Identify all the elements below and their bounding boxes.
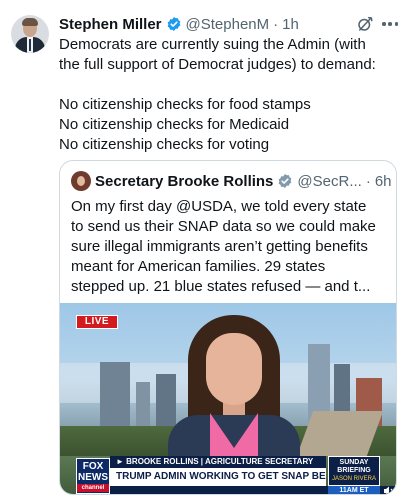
more-options-icon[interactable] bbox=[382, 22, 398, 26]
network-logo-top: FOX bbox=[82, 461, 104, 472]
quoted-author-avatar[interactable] bbox=[71, 171, 91, 191]
quoted-tweet[interactable]: Secretary Brooke Rollins @SecR... · 6h O… bbox=[59, 160, 397, 495]
video-background-building bbox=[156, 374, 176, 434]
author-handle[interactable]: @StephenM bbox=[186, 16, 270, 33]
quoted-text-line: stepped up. 21 blue states refused — and… bbox=[71, 278, 371, 295]
author-name[interactable]: Stephen Miller bbox=[59, 16, 162, 33]
quoted-tweet-header: Secretary Brooke Rollins @SecR... · 6h bbox=[71, 171, 392, 191]
show-bug: SUNDAY BRIEFING JASON RIVERA bbox=[328, 456, 380, 486]
tweet-body-line: No citizenship checks for food stamps bbox=[59, 96, 311, 113]
speaker-face bbox=[206, 333, 262, 405]
tweet[interactable]: Stephen Miller @StephenM · 1h Democrats … bbox=[0, 0, 408, 500]
tweet-body-spacer bbox=[59, 75, 399, 95]
broadcast-clock: 11AM ET bbox=[328, 486, 380, 494]
tweet-body-line: the full support of Democrat judges) to … bbox=[59, 56, 376, 73]
tweet-body-line: Democrats are currently suing the Admin … bbox=[59, 36, 366, 53]
quoted-text-line: On my first day @USDA, we told every sta… bbox=[71, 198, 367, 215]
tweet-body-line: No citizenship checks for voting bbox=[59, 136, 270, 153]
network-logo: FOX NEWS channel bbox=[76, 458, 110, 494]
header-separator: · bbox=[273, 15, 279, 33]
quoted-text-line: sure illegal immigrants aren’t getting b… bbox=[71, 238, 368, 255]
speaker-icon[interactable] bbox=[381, 486, 396, 494]
grok-icon[interactable] bbox=[356, 15, 374, 33]
video-background-building bbox=[100, 362, 130, 434]
quoted-tweet-text: On my first day @USDA, we told every sta… bbox=[71, 197, 389, 297]
quoted-tweet-timestamp[interactable]: 6h bbox=[375, 173, 392, 190]
verified-badge-icon bbox=[277, 173, 293, 189]
avatar-hair bbox=[22, 18, 38, 26]
chyron-headline: TRUMP ADMIN WORKING TO GET SNAP BENEFITS… bbox=[110, 468, 326, 486]
live-badge: LIVE bbox=[76, 315, 118, 329]
quoted-text-line: meant for American families. 29 states bbox=[71, 258, 326, 275]
tweet-body-line: No citizenship checks for Medicaid bbox=[59, 116, 290, 133]
verified-badge-icon bbox=[166, 16, 182, 32]
quoted-author-handle[interactable]: @SecR... bbox=[297, 173, 361, 190]
quoted-author-name[interactable]: Secretary Brooke Rollins bbox=[95, 173, 273, 190]
avatar-tie bbox=[29, 39, 31, 51]
tweet-timestamp[interactable]: 1h bbox=[282, 16, 299, 33]
quoted-text-line: to send us their SNAP data so we could m… bbox=[71, 218, 376, 235]
show-name: SUNDAY BRIEFING bbox=[337, 459, 371, 474]
show-host: JASON RIVERA bbox=[331, 476, 376, 482]
author-avatar[interactable] bbox=[11, 15, 49, 53]
tweet-body: Democrats are currently suing the Admin … bbox=[59, 35, 399, 155]
network-logo-bottom: channel bbox=[77, 484, 109, 492]
chyron-speaker-label: ► BROOKE ROLLINS | AGRICULTURE SECRETARY bbox=[110, 456, 326, 468]
tweet-header: Stephen Miller @StephenM · 1h bbox=[59, 13, 398, 35]
network-logo-mid: NEWS bbox=[78, 472, 108, 483]
quoted-header-separator: · bbox=[365, 172, 371, 190]
news-chyron: ► BROOKE ROLLINS | AGRICULTURE SECRETARY… bbox=[60, 456, 396, 494]
video-thumbnail[interactable]: LIVE ► BROOKE ROLLINS | AGRICULTURE SECR… bbox=[60, 303, 396, 494]
